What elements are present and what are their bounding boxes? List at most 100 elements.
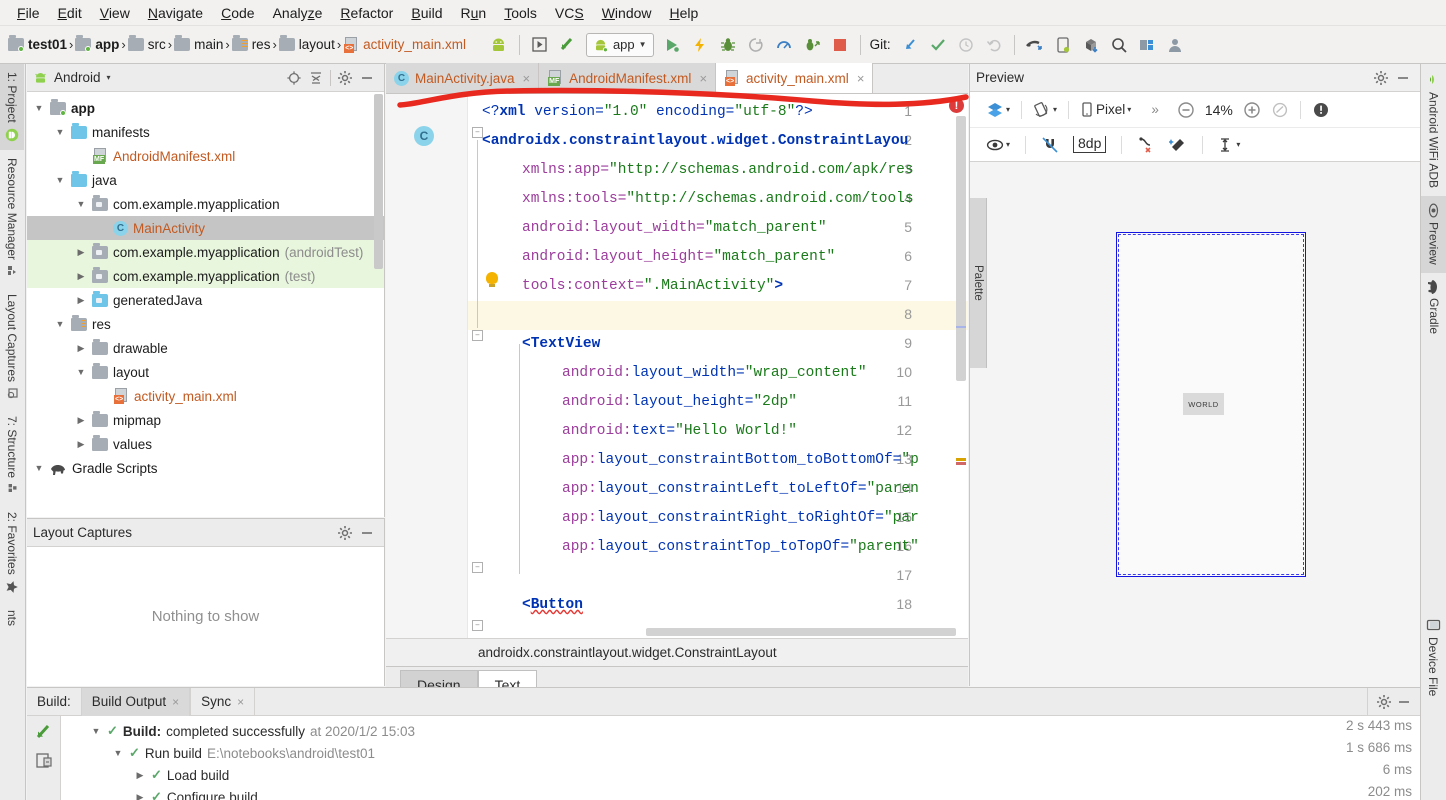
editor-horizontal-scrollbar[interactable] <box>646 628 956 636</box>
breadcrumb-item-src[interactable]: src <box>126 35 168 52</box>
code-line-12[interactable]: android:text="Hello World!" <box>562 417 797 446</box>
minimize-icon[interactable] <box>1396 694 1412 710</box>
git-revert-icon[interactable] <box>981 32 1007 58</box>
tree-item-values[interactable]: ▶ values <box>27 432 384 456</box>
sidebar-tab-device-file[interactable]: Device File <box>1421 610 1445 704</box>
profiler-icon[interactable] <box>771 32 797 58</box>
orientation-icon[interactable]: ▾ <box>1029 99 1061 121</box>
code-line-15[interactable]: app:layout_constraintRight_toRightOf="pa… <box>562 504 919 533</box>
run-coverage-icon[interactable] <box>799 32 825 58</box>
tree-item-java[interactable]: ▼ java <box>27 168 384 192</box>
autoconnect-off-icon[interactable] <box>1037 134 1063 156</box>
intention-bulb-icon[interactable] <box>486 272 498 287</box>
run-device-icon[interactable] <box>527 32 553 58</box>
error-badge[interactable]: ! <box>949 98 964 113</box>
chevron-right-icon[interactable]: ▶ <box>75 271 87 282</box>
minimize-icon[interactable] <box>356 522 378 544</box>
fold-marker-line9[interactable]: – <box>472 330 483 341</box>
build-row[interactable]: ▶ ✓ Load build 6 ms <box>62 762 1420 786</box>
tree-item-mainactivity[interactable]: C MainActivity <box>27 216 384 240</box>
marker-info[interactable] <box>956 326 966 328</box>
stop-icon[interactable] <box>827 32 853 58</box>
zoom-in-icon[interactable] <box>1239 99 1265 121</box>
fold-marker-line16[interactable]: – <box>472 562 483 573</box>
editor-vertical-scrollbar[interactable] <box>956 116 966 381</box>
close-icon[interactable]: × <box>237 695 244 709</box>
chevron-right-icon[interactable]: ▶ <box>134 792 146 800</box>
build-row[interactable]: ▶ ✓ Configure build 202 ms <box>62 784 1420 800</box>
build-tab-build-output[interactable]: Build Output × <box>80 687 191 716</box>
device-selector[interactable]: Pixel ▾ <box>1076 100 1135 120</box>
code-line-11[interactable]: android:layout_height="2dp" <box>562 388 797 417</box>
build-tab-sync[interactable]: Sync × <box>190 687 256 716</box>
menu-item-window[interactable]: Window <box>593 3 661 23</box>
collapse-all-icon[interactable] <box>305 67 327 89</box>
zoom-out-icon[interactable] <box>1165 99 1199 121</box>
chevron-down-icon[interactable]: ▼ <box>639 40 647 49</box>
sidebar-tab-project[interactable]: 1: Project <box>0 64 24 150</box>
sidebar-tab-layout-captures[interactable]: Layout Captures <box>0 286 24 408</box>
breadcrumb[interactable]: test01 › app › src › main › res › layout › <> activit… <box>6 35 468 53</box>
chevron-down-icon[interactable]: ▾ <box>1236 140 1240 149</box>
gear-icon[interactable] <box>1370 67 1392 89</box>
sidebar-tab-documents[interactable]: nts <box>0 602 24 634</box>
breadcrumb-item-res[interactable]: res <box>230 35 273 52</box>
tree-item-mipmap[interactable]: ▶ mipmap <box>27 408 384 432</box>
breadcrumb-item-layout[interactable]: layout <box>277 35 337 52</box>
editor-tab-mainactivity-java[interactable]: C MainActivity.java × <box>386 63 540 93</box>
tree-item-com-example-myapplication[interactable]: ▶ com.example.myapplication (androidTest) <box>27 240 384 264</box>
apply-changes-icon[interactable] <box>687 32 713 58</box>
editor-tab-androidmanifest-xml[interactable]: MF AndroidManifest.xml × <box>539 63 717 93</box>
tree-item-com-example-myapplication[interactable]: ▶ com.example.myapplication (test) <box>27 264 384 288</box>
tree-item-generatedjava[interactable]: ▶ generatedJava <box>27 288 384 312</box>
breadcrumb-item-activity-main-xml[interactable]: <> activity_main.xml <box>341 36 468 53</box>
sdk-manager-icon[interactable] <box>555 32 581 58</box>
visibility-icon[interactable]: ▾ <box>982 136 1014 154</box>
code-line-18[interactable]: <Button <box>522 591 583 620</box>
editor-tab-strip[interactable]: C MainActivity.java × MF AndroidManifest.xml… <box>386 63 968 94</box>
chevron-down-icon[interactable]: ▾ <box>1006 140 1010 149</box>
menu-item-navigate[interactable]: Navigate <box>139 3 212 23</box>
debug-icon[interactable] <box>715 32 741 58</box>
sidebar-tab-structure[interactable]: 7: Structure <box>0 408 24 504</box>
close-icon[interactable]: × <box>521 71 531 86</box>
menu-item-view[interactable]: View <box>91 3 139 23</box>
breadcrumb-item-main[interactable]: main <box>172 35 225 52</box>
preview-canvas[interactable]: Palette WORLD <box>970 162 1420 710</box>
close-icon[interactable]: × <box>697 71 707 86</box>
menu-item-build[interactable]: Build <box>402 3 451 23</box>
git-update-icon[interactable] <box>897 32 923 58</box>
palette-tab[interactable]: Palette <box>970 198 987 368</box>
chevron-right-icon[interactable]: ▶ <box>75 343 87 354</box>
attach-debugger-icon[interactable] <box>743 32 769 58</box>
project-tree[interactable]: ▼ app ▼ manifests MF AndroidManifest.xml ▼ java… <box>27 92 384 517</box>
build-tab-strip[interactable]: Build Output × Sync × <box>80 687 256 716</box>
menu-item-refactor[interactable]: Refactor <box>331 3 402 23</box>
code-line-14[interactable]: app:layout_constraintLeft_toLeftOf="pare… <box>562 475 919 504</box>
chevron-right-icon[interactable]: ▶ <box>75 247 87 258</box>
close-icon[interactable]: × <box>172 695 179 709</box>
gear-icon[interactable] <box>334 67 356 89</box>
code-line-9[interactable]: <TextView <box>522 330 600 359</box>
settings-avatar-icon[interactable] <box>1162 32 1188 58</box>
chevron-down-icon[interactable]: ▾ <box>1053 105 1057 114</box>
chevron-down-icon[interactable]: ▼ <box>33 463 45 473</box>
sidebar-tab-resource-manager[interactable]: Resource Manager <box>0 150 24 286</box>
fold-marker-line18[interactable]: – <box>472 620 483 631</box>
chevron-right-icon[interactable]: ▶ <box>134 770 146 781</box>
code-line-2[interactable]: <androidx.constraintlayout.widget.Constr… <box>482 127 908 156</box>
sidebar-tab-preview[interactable]: Preview <box>1421 196 1446 273</box>
sidebar-tab-android-wifi-adb[interactable]: Android WiFi ADB <box>1421 64 1446 196</box>
build-row[interactable]: ▼ ✓ Run build E:\notebooks\android\test01 1 … <box>62 740 1420 764</box>
chevron-down-icon[interactable]: ▼ <box>54 319 66 329</box>
default-margin-icon[interactable]: 8dp <box>1069 134 1110 155</box>
code-line-4[interactable]: xmlns:tools="http://schemas.android.com/… <box>522 185 914 214</box>
menu-item-vcs[interactable]: VCS <box>546 3 593 23</box>
gear-icon[interactable] <box>1376 694 1392 710</box>
overflow-icon[interactable]: » <box>1137 100 1163 119</box>
editor-tab-activity-main-xml[interactable]: <> activity_main.xml × <box>716 63 874 93</box>
menu-item-run[interactable]: Run <box>452 3 496 23</box>
chevron-down-icon[interactable]: ▼ <box>54 127 66 137</box>
rerun-build-icon[interactable] <box>34 722 54 742</box>
avd-manager-icon[interactable] <box>486 32 512 58</box>
